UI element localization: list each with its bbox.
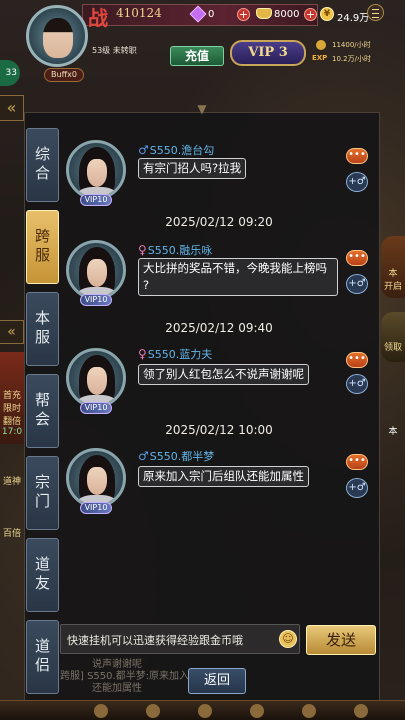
daoshen-button[interactable]: 道神 <box>0 448 24 488</box>
sender-name-text: S550.蓝力夫 <box>147 348 213 361</box>
hundredfold-label: 百倍 <box>2 529 21 539</box>
add-friend-icon[interactable]: +♂ <box>346 374 368 394</box>
limited-time-label: 限时 <box>2 404 21 414</box>
exp-rate: 10.2万/小时 <box>332 55 371 63</box>
add-gems-button[interactable]: + <box>237 8 250 21</box>
back-button[interactable]: 返回 <box>188 668 246 694</box>
message-timestamp: 2025/02/12 09:20 <box>165 215 273 229</box>
sender-name[interactable]: ♂S550.都半梦 <box>138 448 214 464</box>
sender-name-text: S550.澹台勾 <box>149 144 215 157</box>
sender-name[interactable]: ♀S550.融乐咏 <box>138 242 212 258</box>
chat-message: 2025/02/12 09:40 VIP10 ♀S550.蓝力夫 领了别人红包怎… <box>60 318 378 414</box>
tab-this-server[interactable]: 本服 <box>26 292 59 366</box>
sender-avatar[interactable] <box>66 140 126 200</box>
recharge-button[interactable]: 充值 <box>170 46 224 66</box>
female-icon: ♀ <box>138 243 147 257</box>
male-icon: ♂ <box>138 449 149 463</box>
chat-message-list[interactable]: VIP10 ♂S550.澹台勾 有宗门招人吗?拉我 ••• +♂ 2025/02… <box>60 128 378 618</box>
gem-count: 0 <box>208 9 215 20</box>
coin-count: 24.9万 <box>337 13 370 24</box>
add-friend-icon[interactable]: +♂ <box>346 172 368 192</box>
gold-count: 8000 <box>274 9 300 20</box>
player-avatar[interactable] <box>26 5 88 67</box>
chat-input-field[interactable]: 快速挂机可以迅速获得经验跟金币哦 ☺ <box>60 624 300 654</box>
sender-avatar[interactable] <box>66 448 126 508</box>
sender-name-text: S550.融乐咏 <box>147 244 213 257</box>
add-friend-icon[interactable]: +♂ <box>346 274 368 294</box>
chat-message: VIP10 ♂S550.澹台勾 有宗门招人吗?拉我 ••• +♂ <box>60 128 378 208</box>
chat-input-text: 快速挂机可以迅速获得经验跟金币哦 <box>67 634 243 647</box>
message-bubble: 有宗门招人吗?拉我 <box>138 158 247 179</box>
more-options-icon[interactable]: ••• <box>346 454 368 470</box>
gold-ingot-icon <box>256 8 272 19</box>
message-bubble: 原来加入宗门后组队还能加属性 <box>138 466 309 487</box>
nav-icon[interactable] <box>198 704 212 718</box>
sender-name[interactable]: ♀S550.蓝力夫 <box>138 346 212 362</box>
emoji-icon[interactable]: ☺ <box>279 630 297 648</box>
nav-icon[interactable] <box>94 704 108 718</box>
hundredfold-button[interactable]: 百倍 <box>0 498 24 542</box>
collapse-arrow-icon[interactable]: « <box>0 95 24 121</box>
coin-icon: ¥ <box>320 7 334 21</box>
right-claim-button[interactable]: 领取 <box>381 312 405 362</box>
tab-cross-server[interactable]: 跨服 <box>26 210 59 284</box>
nav-icon[interactable] <box>250 704 264 718</box>
sender-name[interactable]: ♂S550.澹台勾 <box>138 142 214 158</box>
right-claim-label: 领取 <box>383 343 402 353</box>
top-hud: 战 410124 0 + 8000 + ¥ 24.9万 53级 未转职 Buff… <box>0 0 405 121</box>
vip-badge: VIP10 <box>80 402 112 414</box>
nav-icon[interactable] <box>146 704 160 718</box>
add-gold-button[interactable]: + <box>304 8 317 21</box>
player-level: 53级 未转职 <box>92 46 137 55</box>
sender-avatar[interactable] <box>66 348 126 408</box>
vip-badge: VIP10 <box>80 294 112 306</box>
more-options-icon[interactable]: ••• <box>346 148 368 164</box>
daoshen-label: 道神 <box>2 477 21 487</box>
side-level-badge[interactable]: 33 <box>0 60 20 86</box>
right-event-button[interactable]: 本 开启 <box>381 236 405 298</box>
chat-message: 2025/02/12 09:20 VIP10 ♀S550.融乐咏 大比拼的奖品不… <box>60 212 378 308</box>
player-name: Buffx0 <box>44 68 84 82</box>
nav-icon[interactable] <box>354 704 368 718</box>
female-icon: ♀ <box>138 347 147 361</box>
menu-icon[interactable] <box>367 4 384 21</box>
male-icon: ♂ <box>138 143 149 157</box>
gold-rate-icon <box>316 40 326 50</box>
right-side-label: 本 <box>388 427 398 437</box>
tab-guild[interactable]: 帮会 <box>26 374 59 448</box>
sender-avatar[interactable] <box>66 240 126 300</box>
sender-name-text: S550.都半梦 <box>149 450 215 463</box>
more-options-icon[interactable]: ••• <box>346 250 368 266</box>
exp-label: EXP <box>312 54 328 62</box>
vip-button[interactable]: VIP 3 <box>230 40 306 66</box>
more-options-icon[interactable]: ••• <box>346 352 368 368</box>
chevron-down-icon[interactable]: ▼ <box>190 102 214 116</box>
background-chat-line: 还能加属性 <box>92 683 142 694</box>
add-friend-icon[interactable]: +♂ <box>346 478 368 498</box>
double-label: 翻倍 <box>2 417 21 427</box>
right-event-label: 本 <box>388 269 398 279</box>
tab-sect[interactable]: 宗门 <box>26 456 59 530</box>
message-timestamp: 2025/02/12 09:40 <box>165 321 273 335</box>
left-collapse-icon[interactable]: « <box>0 320 24 344</box>
send-button[interactable]: 发送 <box>306 625 376 655</box>
first-recharge-button[interactable]: 首充 限时 翻倍 17:0 <box>0 352 24 444</box>
power-value: 410124 <box>116 6 162 20</box>
tab-general[interactable]: 综合 <box>26 128 59 202</box>
countdown-label: 17:0 <box>1 427 23 437</box>
chat-message: 2025/02/12 10:00 VIP10 ♂S550.都半梦 原来加入宗门后… <box>60 420 378 516</box>
tab-friends[interactable]: 道友 <box>26 538 59 612</box>
vip-badge: VIP10 <box>80 502 112 514</box>
tab-partner[interactable]: 道侣 <box>26 620 59 694</box>
message-bubble: 大比拼的奖品不错，今晚我能上榜吗 ? <box>138 258 338 296</box>
message-timestamp: 2025/02/12 10:00 <box>165 423 273 437</box>
gold-rate: 11400/小时 <box>332 41 371 49</box>
nav-icon[interactable] <box>302 704 316 718</box>
message-bubble: 领了别人红包怎么不说声谢谢呢 <box>138 364 309 385</box>
power-icon: 战 <box>88 6 108 30</box>
vip-badge: VIP10 <box>80 194 112 206</box>
right-event-sublabel: 开启 <box>383 282 402 292</box>
first-recharge-label: 首充 <box>2 391 21 401</box>
